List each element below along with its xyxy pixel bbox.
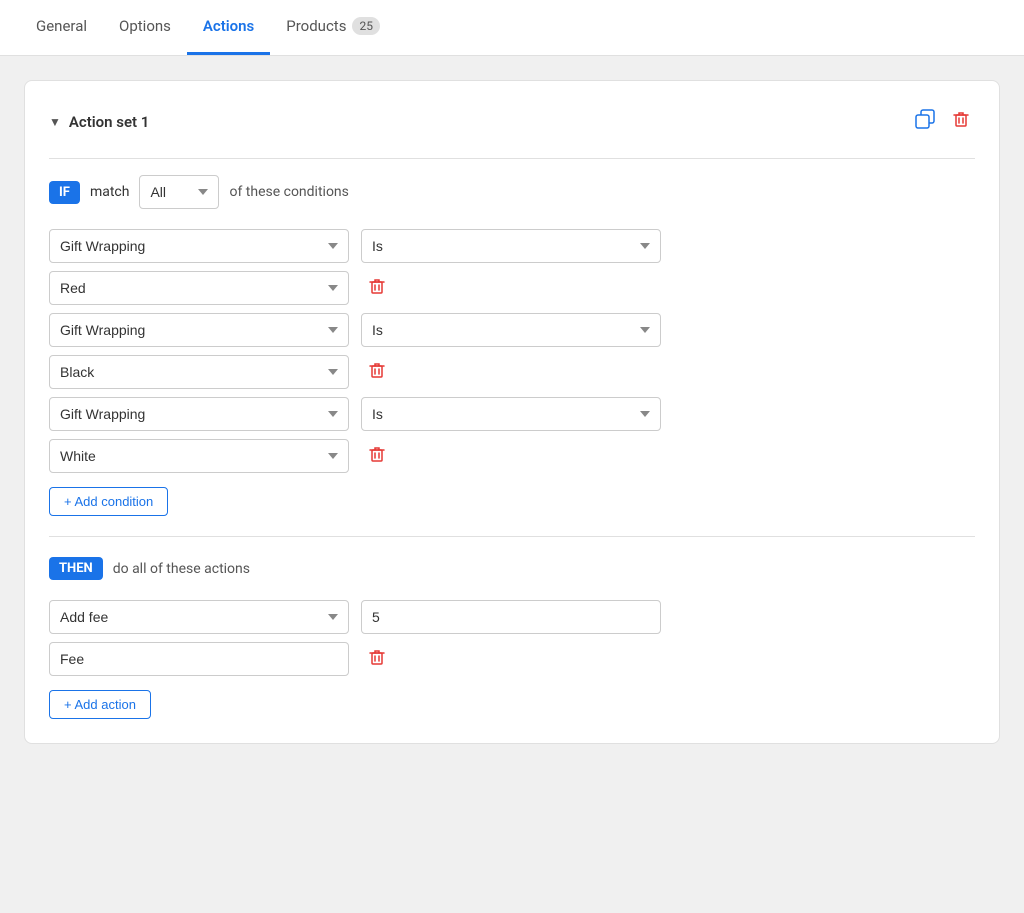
- condition-1-type-select[interactable]: Gift Wrapping: [49, 229, 349, 263]
- action-1-top-row: Add fee: [49, 600, 975, 634]
- if-badge: IF: [49, 181, 80, 204]
- action-1-value-input[interactable]: [361, 600, 661, 634]
- action-1-type-select[interactable]: Add fee: [49, 600, 349, 634]
- action-group-1: Add fee: [49, 600, 975, 676]
- action-set-label: Action set 1: [69, 113, 150, 131]
- condition-2-top-row: Gift Wrapping Is Is not: [49, 313, 975, 347]
- condition-2-value-select[interactable]: Black Red White: [49, 355, 349, 389]
- match-label: match: [90, 184, 130, 200]
- if-row: IF match All Any of these conditions: [49, 175, 975, 209]
- condition-3-bottom-row: White Red Black: [49, 439, 975, 473]
- add-action-button[interactable]: + Add action: [49, 690, 151, 719]
- condition-3-top-row: Gift Wrapping Is Is not: [49, 397, 975, 431]
- nav-item-actions[interactable]: Actions: [187, 0, 270, 55]
- then-row: THEN do all of these actions: [49, 557, 975, 580]
- nav-item-options[interactable]: Options: [103, 0, 187, 55]
- nav-item-products[interactable]: Products 25: [270, 0, 396, 55]
- action-card: ▼ Action set 1: [24, 80, 1000, 744]
- condition-3-type-select[interactable]: Gift Wrapping: [49, 397, 349, 431]
- action-set-header: ▼ Action set 1: [49, 105, 975, 138]
- trash-icon: [951, 113, 971, 133]
- match-select[interactable]: All Any: [139, 175, 219, 209]
- condition-1-top-row: Gift Wrapping Is Is not: [49, 229, 975, 263]
- condition-3-operator-select[interactable]: Is Is not: [361, 397, 661, 431]
- copy-action-set-button[interactable]: [911, 105, 939, 138]
- condition-1-operator-select[interactable]: Is Is not: [361, 229, 661, 263]
- chevron-down-icon: ▼: [49, 115, 61, 129]
- delete-condition-1-button[interactable]: [361, 272, 393, 305]
- delete-action-set-button[interactable]: [947, 105, 975, 138]
- condition-1-bottom-row: Red Black White: [49, 271, 975, 305]
- delete-condition-2-button[interactable]: [361, 356, 393, 389]
- products-badge: 25: [352, 17, 380, 35]
- conditions-label: of these conditions: [229, 184, 348, 200]
- condition-2-bottom-row: Black Red White: [49, 355, 975, 389]
- action-set-title[interactable]: ▼ Action set 1: [49, 113, 149, 131]
- condition-group-1: Gift Wrapping Is Is not Red Black White: [49, 229, 975, 305]
- copy-icon: [915, 113, 935, 133]
- condition-1-value-select[interactable]: Red Black White: [49, 271, 349, 305]
- delete-action-1-button[interactable]: [361, 643, 393, 676]
- top-nav: General Options Actions Products 25: [0, 0, 1024, 56]
- nav-item-general[interactable]: General: [20, 0, 103, 55]
- add-condition-button[interactable]: + Add condition: [49, 487, 168, 516]
- condition-group-2: Gift Wrapping Is Is not Black Red White: [49, 313, 975, 389]
- condition-group-3: Gift Wrapping Is Is not White Red Black: [49, 397, 975, 473]
- condition-2-operator-select[interactable]: Is Is not: [361, 313, 661, 347]
- action-set-controls: [911, 105, 975, 138]
- condition-3-value-select[interactable]: White Red Black: [49, 439, 349, 473]
- then-label: do all of these actions: [113, 561, 250, 577]
- action-1-bottom-row: [49, 642, 975, 676]
- then-badge: THEN: [49, 557, 103, 580]
- action-1-label-input[interactable]: [49, 642, 349, 676]
- delete-condition-3-button[interactable]: [361, 440, 393, 473]
- condition-2-type-select[interactable]: Gift Wrapping: [49, 313, 349, 347]
